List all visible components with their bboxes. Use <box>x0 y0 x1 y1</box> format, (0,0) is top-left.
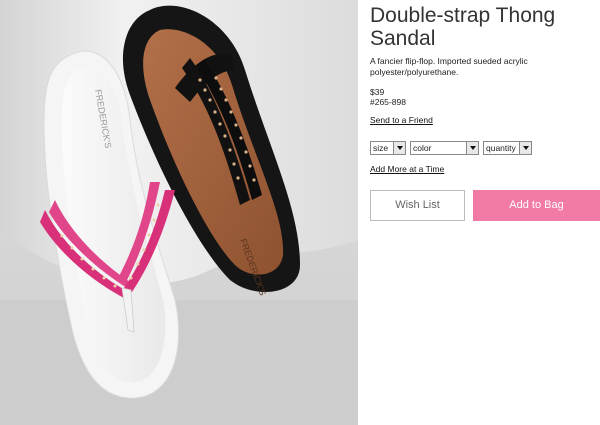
chevron-down-icon <box>466 142 478 154</box>
product-photo: FREDERICK'S FREDERICK'S <box>0 0 358 425</box>
wish-list-button[interactable]: Wish List <box>370 190 465 221</box>
product-description: A fancier flip-flop. Imported sueded acr… <box>370 56 528 77</box>
quantity-select-label: quantity <box>486 143 516 153</box>
size-select-label: size <box>373 143 389 153</box>
size-select[interactable]: size <box>370 141 406 155</box>
chevron-down-icon <box>393 142 405 154</box>
quantity-select[interactable]: quantity <box>483 141 532 155</box>
color-select-label: color <box>413 143 432 153</box>
product-price: $39 <box>370 87 385 97</box>
chevron-down-icon <box>519 142 531 154</box>
add-more-link[interactable]: Add More at a Time <box>370 164 444 174</box>
send-to-friend-link[interactable]: Send to a Friend <box>370 115 433 125</box>
color-select[interactable]: color <box>410 141 479 155</box>
product-title: Double-strap Thong Sandal <box>370 4 556 50</box>
product-details: Double-strap Thong Sandal A fancier flip… <box>370 0 600 425</box>
sandals-image: FREDERICK'S FREDERICK'S <box>0 0 358 425</box>
add-to-bag-button[interactable]: Add to Bag <box>473 190 600 221</box>
product-sku: #265-898 <box>370 97 406 107</box>
